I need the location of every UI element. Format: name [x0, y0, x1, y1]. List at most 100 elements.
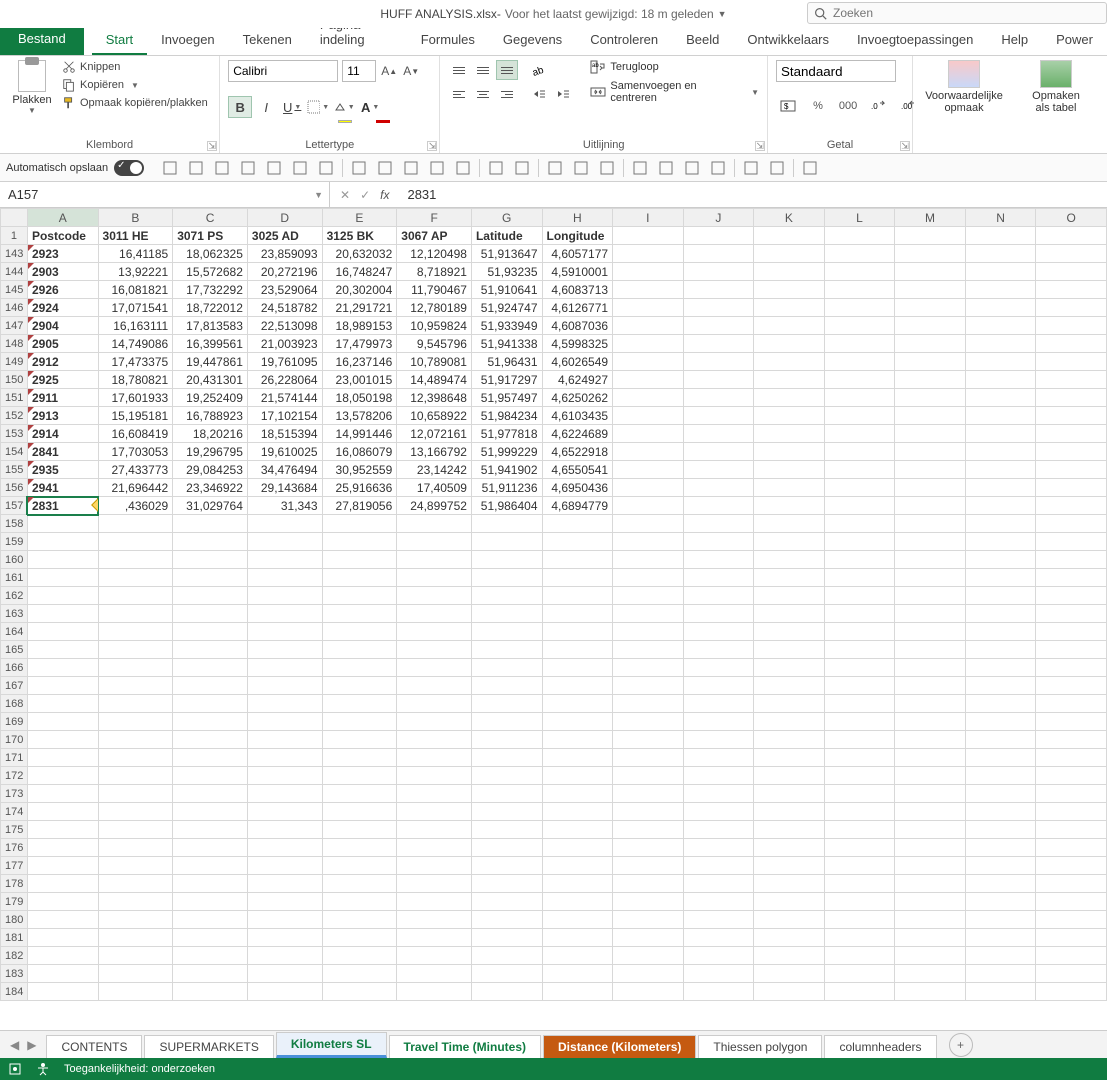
cell[interactable]	[471, 749, 542, 767]
cell[interactable]	[173, 605, 248, 623]
cell[interactable]: 27,433773	[98, 461, 173, 479]
cell[interactable]	[895, 929, 966, 947]
cell[interactable]	[824, 641, 895, 659]
alignment-launcher-icon[interactable]: ⇲	[755, 141, 765, 151]
cell[interactable]: 2904	[27, 317, 98, 335]
cell[interactable]	[824, 731, 895, 749]
cell[interactable]	[754, 767, 825, 785]
cell[interactable]	[98, 767, 173, 785]
cell[interactable]: 20,632032	[322, 245, 397, 263]
cell[interactable]	[754, 497, 825, 515]
cell[interactable]: 22,513098	[247, 317, 322, 335]
cell[interactable]	[397, 983, 472, 1001]
cell[interactable]	[542, 947, 613, 965]
cell[interactable]	[683, 677, 754, 695]
row-header[interactable]: 157	[1, 497, 28, 515]
cell[interactable]: 51,917297	[471, 371, 542, 389]
cell[interactable]	[173, 875, 248, 893]
search-input[interactable]	[833, 6, 1100, 20]
cell[interactable]	[824, 335, 895, 353]
save-icon[interactable]	[158, 157, 182, 179]
cell[interactable]	[613, 983, 684, 1001]
cell[interactable]: 29,084253	[173, 461, 248, 479]
cell[interactable]: 10,658922	[397, 407, 472, 425]
cell[interactable]: 16,081821	[98, 281, 173, 299]
title-dropdown-icon[interactable]: ▼	[718, 9, 727, 19]
cell[interactable]	[322, 947, 397, 965]
cell[interactable]	[247, 767, 322, 785]
cell[interactable]	[895, 677, 966, 695]
cell[interactable]: Longitude	[542, 227, 613, 245]
cell[interactable]	[965, 803, 1036, 821]
sum-icon[interactable]	[798, 157, 822, 179]
cell[interactable]	[965, 479, 1036, 497]
cell[interactable]	[397, 839, 472, 857]
row-header[interactable]: 179	[1, 893, 28, 911]
cell[interactable]: 16,237146	[322, 353, 397, 371]
underline-button[interactable]: U▼	[280, 96, 304, 118]
cell[interactable]	[754, 821, 825, 839]
cell[interactable]	[471, 659, 542, 677]
cell[interactable]	[683, 803, 754, 821]
align-top-button[interactable]	[448, 60, 470, 80]
cell[interactable]	[1036, 731, 1107, 749]
cell[interactable]	[965, 731, 1036, 749]
cell[interactable]	[683, 461, 754, 479]
cell[interactable]	[322, 911, 397, 929]
cell[interactable]	[322, 893, 397, 911]
cell[interactable]: 13,166792	[397, 443, 472, 461]
freeze-icon[interactable]	[628, 157, 652, 179]
cell[interactable]	[895, 245, 966, 263]
cell[interactable]: 25,916636	[322, 479, 397, 497]
cell[interactable]: 8,718921	[397, 263, 472, 281]
cell[interactable]	[683, 335, 754, 353]
cell[interactable]	[965, 983, 1036, 1001]
cell[interactable]: 15,572682	[173, 263, 248, 281]
cell[interactable]	[613, 731, 684, 749]
cell[interactable]	[1036, 533, 1107, 551]
cell[interactable]	[1036, 353, 1107, 371]
cell[interactable]	[322, 767, 397, 785]
cell[interactable]	[965, 335, 1036, 353]
accessibility-icon[interactable]	[36, 1062, 50, 1076]
cell[interactable]	[824, 821, 895, 839]
column-header-H[interactable]: H	[542, 209, 613, 227]
record-macro-icon[interactable]	[8, 1062, 22, 1076]
cell[interactable]	[471, 551, 542, 569]
column-header-L[interactable]: L	[824, 209, 895, 227]
cell[interactable]	[754, 839, 825, 857]
cell[interactable]: 4,6083713	[542, 281, 613, 299]
cell[interactable]	[613, 749, 684, 767]
cell[interactable]	[173, 785, 248, 803]
cell[interactable]	[173, 839, 248, 857]
cell[interactable]	[683, 659, 754, 677]
cell[interactable]: 2831	[27, 497, 98, 515]
cell[interactable]	[247, 839, 322, 857]
copy-dropdown-icon[interactable]: ▼	[131, 81, 139, 90]
cell[interactable]	[613, 551, 684, 569]
cell[interactable]	[98, 515, 173, 533]
cell[interactable]	[824, 407, 895, 425]
cell[interactable]	[542, 839, 613, 857]
cell[interactable]	[754, 965, 825, 983]
cell[interactable]: 2911	[27, 389, 98, 407]
cell[interactable]	[613, 245, 684, 263]
cell[interactable]	[613, 227, 684, 245]
cell[interactable]	[542, 965, 613, 983]
cell[interactable]	[824, 227, 895, 245]
filter-icon[interactable]	[510, 157, 534, 179]
cell[interactable]: 17,473375	[98, 353, 173, 371]
cell[interactable]: 51,957497	[471, 389, 542, 407]
cell[interactable]	[173, 893, 248, 911]
cell[interactable]: 10,959824	[397, 317, 472, 335]
cell[interactable]: 4,6126771	[542, 299, 613, 317]
cell[interactable]	[397, 587, 472, 605]
cell[interactable]: 17,102154	[247, 407, 322, 425]
mail-icon[interactable]	[262, 157, 286, 179]
cell[interactable]	[173, 551, 248, 569]
cell[interactable]	[613, 821, 684, 839]
cell[interactable]	[965, 857, 1036, 875]
cell[interactable]	[895, 515, 966, 533]
cell[interactable]: 23,001015	[322, 371, 397, 389]
cell[interactable]	[824, 785, 895, 803]
